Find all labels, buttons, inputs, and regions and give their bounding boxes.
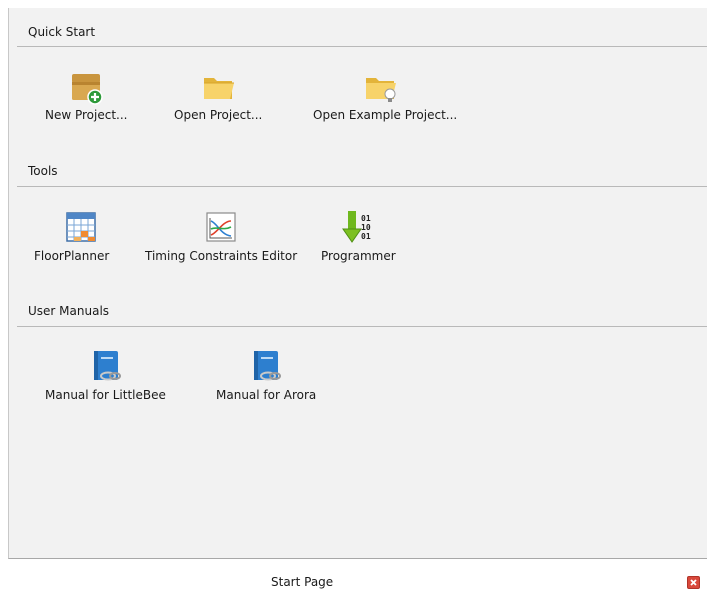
new-project-label: New Project...	[45, 108, 128, 122]
open-example-project-label: Open Example Project...	[313, 108, 458, 122]
floorplanner-label: FloorPlanner	[34, 249, 110, 263]
section-divider	[17, 326, 707, 327]
section-title-user-manuals: User Manuals	[28, 304, 110, 318]
timing-constraints-editor-button[interactable]: Timing Constraints Editor	[145, 209, 305, 263]
manual-littlebee-label: Manual for LittleBee	[45, 388, 166, 402]
new-project-button[interactable]: New Project...	[41, 70, 131, 124]
timing-constraints-editor-label: Timing Constraints Editor	[145, 249, 298, 263]
tab-start-page[interactable]: Start Page	[271, 575, 333, 589]
bottom-tab-bar: Start Page	[0, 566, 707, 592]
new-project-icon	[69, 70, 105, 106]
manual-littlebee-button[interactable]: Manual for LittleBee	[41, 348, 171, 402]
svg-text:01: 01	[361, 214, 371, 223]
close-icon[interactable]	[687, 576, 700, 589]
open-project-label: Open Project...	[174, 108, 263, 122]
manual-arora-button[interactable]: Manual for Arora	[209, 348, 319, 402]
manual-arora-label: Manual for Arora	[216, 388, 317, 402]
programmer-download-icon: 01 10 01	[339, 209, 375, 245]
svg-text:01: 01	[361, 232, 371, 241]
section-divider	[17, 46, 707, 47]
floorplanner-button[interactable]: FloorPlanner	[31, 209, 131, 263]
floorplanner-icon	[63, 209, 99, 245]
open-project-button[interactable]: Open Project...	[169, 70, 269, 124]
example-folder-icon	[363, 70, 399, 106]
open-example-project-button[interactable]: Open Example Project...	[304, 70, 464, 124]
programmer-label: Programmer	[321, 249, 396, 263]
svg-text:10: 10	[361, 223, 371, 232]
start-page-panel: Quick Start New Project... Open Project.…	[8, 8, 707, 559]
section-title-quick-start: Quick Start	[28, 25, 96, 39]
timing-chart-icon	[203, 209, 239, 245]
programmer-button[interactable]: 01 10 01 Programmer	[314, 209, 404, 263]
open-folder-icon	[201, 70, 237, 106]
section-title-tools: Tools	[28, 164, 58, 178]
manual-book-icon	[88, 348, 124, 384]
manual-book-icon	[248, 348, 284, 384]
section-divider	[17, 186, 707, 187]
